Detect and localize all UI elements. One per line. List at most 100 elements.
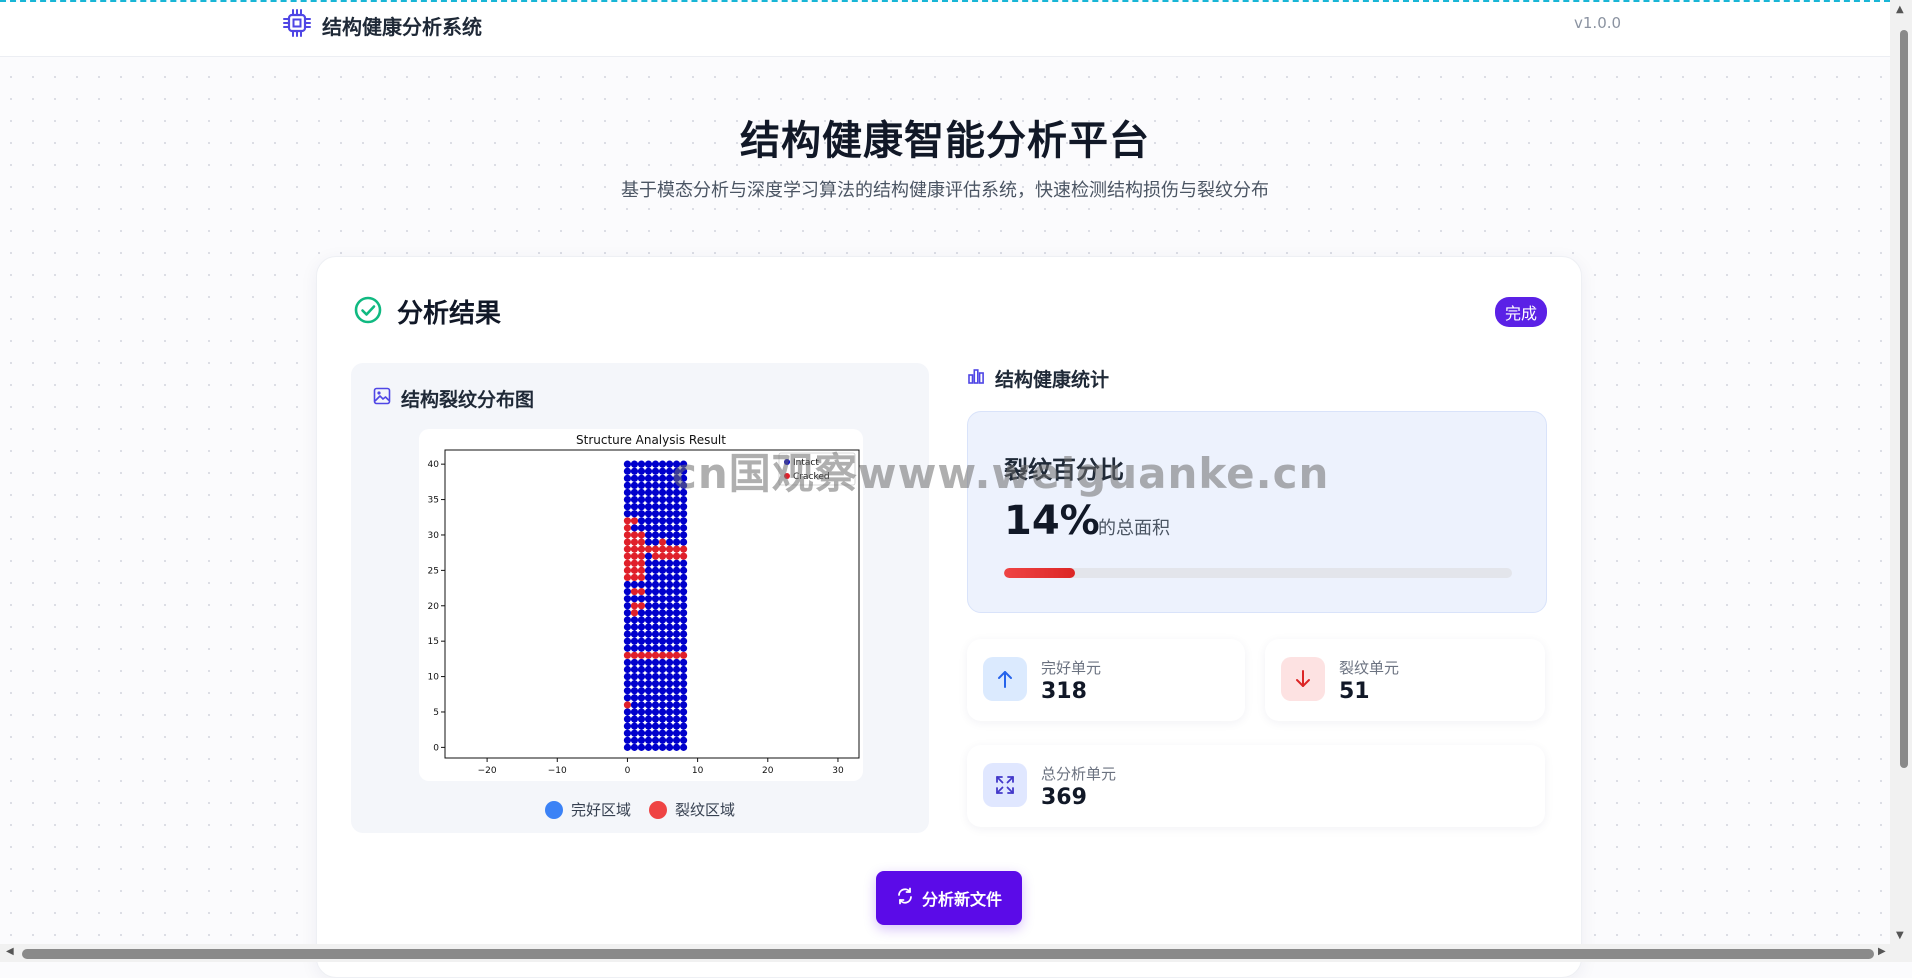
intact-point [630,680,639,688]
x-tick-label: −20 [478,766,497,776]
intact-point [665,701,674,709]
intact-point [637,595,646,603]
intact-point [665,665,674,674]
brand-name: 结构健康分析系统 [322,14,482,39]
intact-point [658,644,667,652]
intact-point [623,495,632,504]
intact-point [644,559,653,567]
intact-point [630,708,639,716]
intact-point [651,658,660,667]
intact-point [644,580,653,589]
intact-point [665,559,674,567]
cracked-point [658,651,667,659]
intact-point [658,460,667,468]
intact-point [644,573,653,582]
intact-point [665,503,674,511]
cracked-point [630,602,639,610]
horizontal-scrollbar-thumb[interactable] [22,949,1874,959]
cracked-point [623,538,632,546]
intact-point [644,687,653,695]
analyze-new-file-label: 分析新文件 [921,890,1002,909]
intact-point [679,630,688,638]
intact-point [644,474,653,482]
intact-point [630,715,639,723]
intact-point [672,566,681,574]
vertical-scrollbar-thumb[interactable] [1900,30,1908,768]
intact-point [623,595,632,603]
intact-point [644,510,653,518]
intact-point [679,531,688,539]
intact-point [651,495,660,504]
intact-point [679,743,688,751]
intact-point [672,531,681,539]
status-badge: 完成 [1494,297,1547,327]
intact-point [630,467,639,475]
cracked-point [630,559,639,567]
cracked-point [637,602,646,610]
intact-point [623,474,632,482]
intact-point [630,510,639,518]
scroll-up-icon[interactable]: ▲ [1896,4,1904,15]
intact-point [651,665,660,674]
scroll-left-icon[interactable]: ◀ [6,946,14,957]
intact-point [637,488,646,497]
intact-point [630,495,639,504]
cracked-point [679,545,688,553]
intact-point [651,729,660,737]
y-tick-label: 25 [428,566,439,576]
intact-point [637,680,646,688]
intact-point [651,538,660,546]
brand[interactable]: 结构健康分析系统 [282,8,482,42]
crack-ratio-value: 14% [1004,498,1100,544]
cracked-point [630,573,639,582]
intact-point [644,715,653,723]
intact-point [672,637,681,645]
top-header: 结构健康分析系统 v1.0.0 [0,2,1890,57]
intact-point [665,729,674,737]
intact-point [658,736,667,744]
intact-point [665,538,674,546]
intact-point [665,566,674,574]
x-tick-label: 30 [832,766,844,776]
intact-point [630,743,639,751]
version-label: v1.0.0 [1574,14,1622,32]
intact-point [630,736,639,744]
intact-point [630,580,639,589]
intact-point [672,715,681,723]
cracked-point [637,573,646,582]
intact-point [623,729,632,737]
cracked-point [623,566,632,574]
cracked-dot-icon [649,800,667,819]
intact-point [644,701,653,709]
intact-point [679,665,688,674]
intact-point [651,460,660,468]
intact-point [644,630,653,638]
intact-point [679,602,688,610]
intact-point [651,588,660,596]
intact-point [644,616,653,624]
intact-point [665,694,674,702]
intact-point [623,460,632,468]
legend-intact: 完好区域 [544,799,631,820]
intact-point [623,644,632,652]
intact-point [665,531,674,539]
cracked-point [630,538,639,546]
cracked-point [623,524,632,532]
analyze-new-file-button[interactable]: 分析新文件 [876,871,1022,925]
intact-point [644,602,653,610]
cracked-point [630,517,639,525]
intact-point [644,694,653,702]
intact-point [651,616,660,624]
cracked-point [623,552,632,560]
intact-point [630,460,639,468]
intact-point [630,658,639,667]
intact-point [665,524,674,532]
intact-point [644,460,653,468]
intact-point [651,467,660,475]
scroll-right-icon[interactable]: ▶ [1878,946,1886,957]
intact-point [672,524,681,532]
intact-point [644,488,653,497]
intact-point [637,467,646,475]
scroll-down-icon[interactable]: ▼ [1896,930,1904,941]
intact-point [672,687,681,695]
